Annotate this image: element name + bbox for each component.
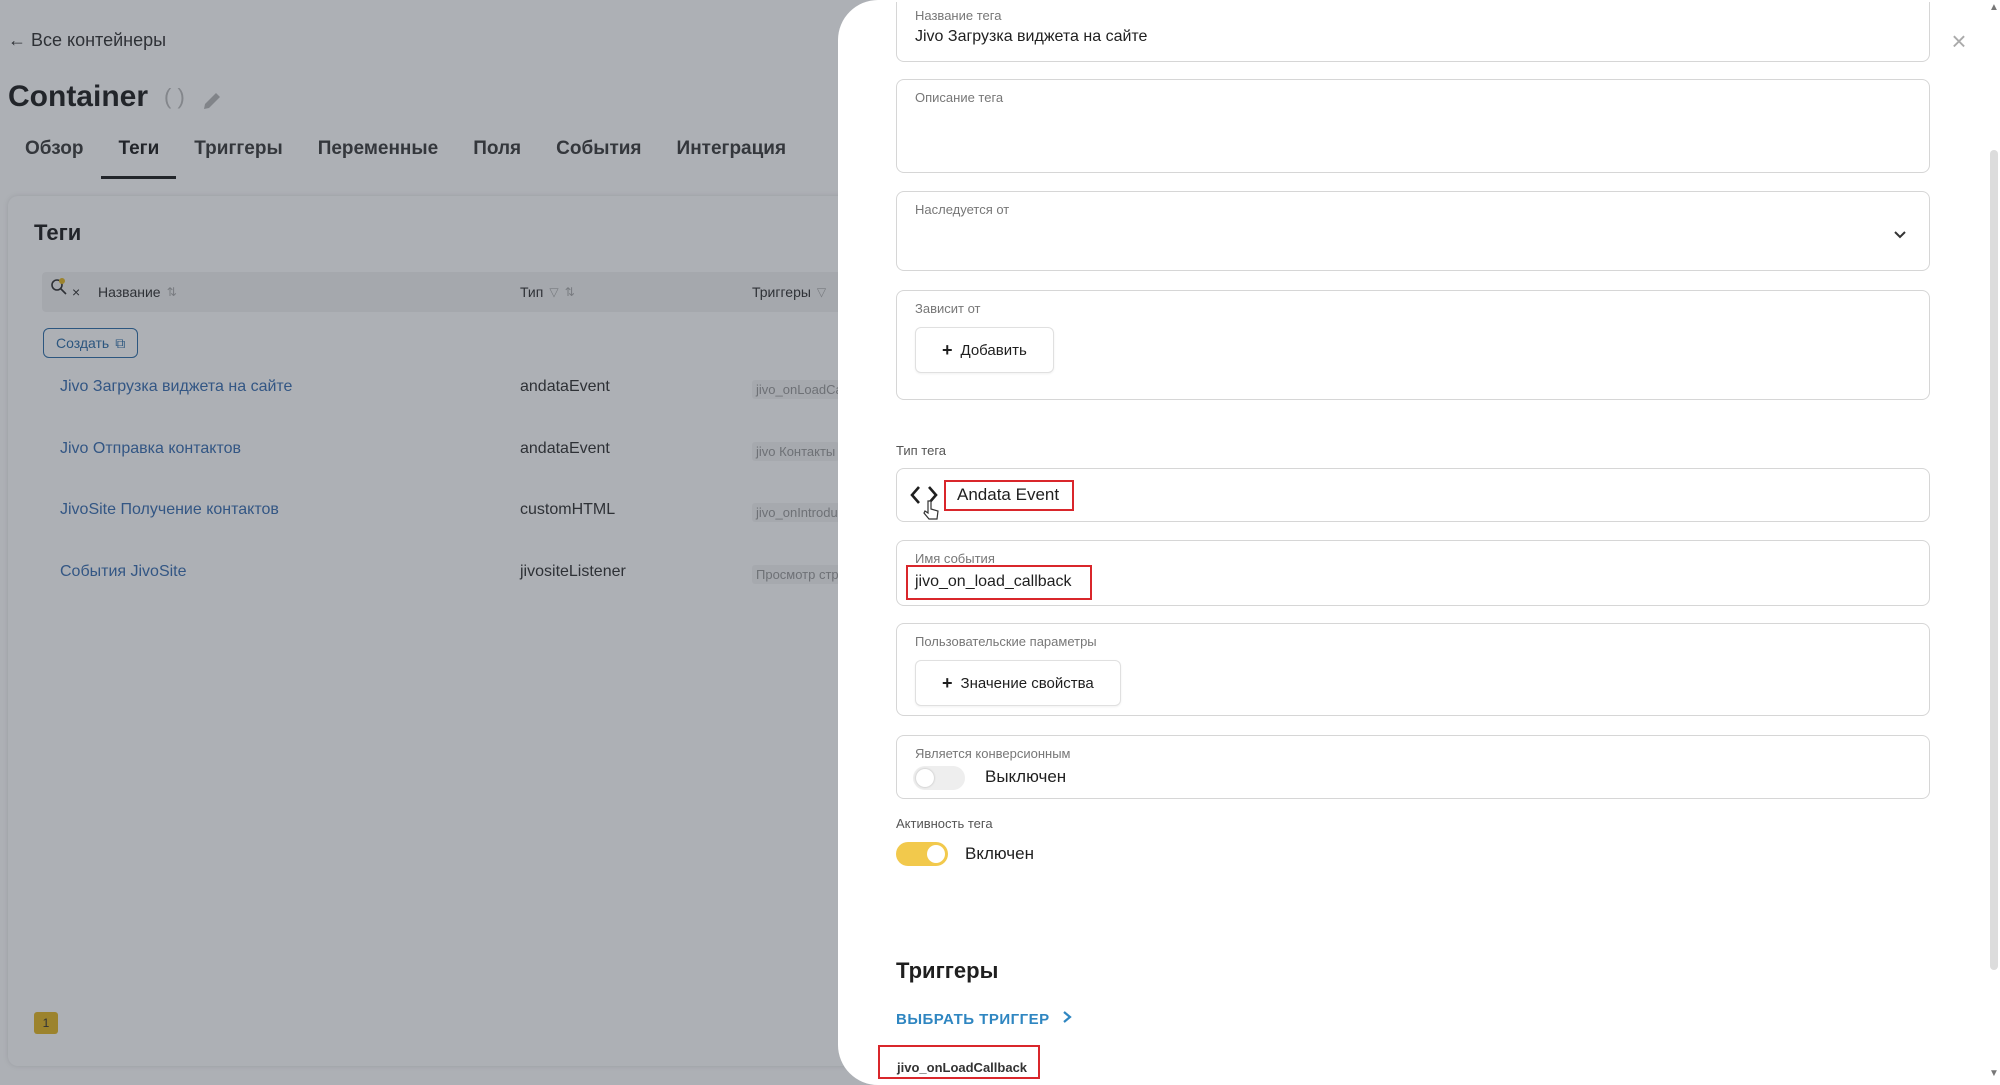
- inherits-from-select[interactable]: Наследуется от: [896, 191, 1930, 271]
- conversion-state: Выключен: [985, 767, 1067, 786]
- tag-activity-state: Включен: [965, 844, 1034, 863]
- conversion-label: Является конверсионным: [915, 746, 1071, 761]
- highlight-box: [878, 1045, 1040, 1079]
- triggers-section-title: Триггеры: [896, 958, 999, 983]
- custom-params-label: Пользовательские параметры: [915, 634, 1097, 649]
- add-property-value-button[interactable]: + Значение свойства: [915, 660, 1121, 706]
- tag-description-label: Описание тега: [915, 90, 1004, 105]
- conversion-field: Является конверсионным Выключен: [896, 735, 1930, 799]
- tag-name-label: Название тега: [915, 8, 1002, 23]
- plus-icon: +: [942, 339, 953, 360]
- add-dependency-button[interactable]: + Добавить: [915, 327, 1054, 373]
- tag-description-field[interactable]: Описание тега: [896, 79, 1930, 173]
- tag-type-label: Тип тега: [896, 443, 947, 458]
- tag-name-value: Jivo Загрузка виджета на сайте: [915, 28, 1148, 45]
- scroll-up-icon[interactable]: ▲: [1989, 2, 1999, 13]
- add-label: Добавить: [960, 341, 1027, 359]
- event-name-label: Имя события: [915, 551, 995, 566]
- scroll-down-icon[interactable]: ▼: [1989, 1068, 1999, 1079]
- chevron-right-icon: [1062, 1010, 1072, 1028]
- tag-activity-label: Активность тега: [896, 816, 993, 831]
- close-icon[interactable]: ×: [1946, 28, 1972, 54]
- depends-on-label: Зависит от: [915, 301, 981, 316]
- panel-scrollbar[interactable]: [1990, 150, 1998, 970]
- property-value-label: Значение свойства: [960, 674, 1094, 692]
- chevron-down-icon: [1893, 228, 1907, 242]
- toggle-knob: [927, 845, 945, 863]
- conversion-toggle[interactable]: [913, 766, 965, 790]
- tag-name-field[interactable]: Название тега Jivo Загрузка виджета на с…: [896, 2, 1930, 62]
- highlight-box: [906, 565, 1092, 600]
- tag-activity-toggle[interactable]: [896, 842, 948, 866]
- cursor-pointer-icon: [923, 499, 941, 526]
- choose-trigger-button[interactable]: ВЫБРАТЬ ТРИГГЕР: [896, 1010, 1072, 1028]
- toggle-knob: [916, 769, 934, 787]
- depends-on-field: Зависит от + Добавить: [896, 290, 1930, 400]
- highlight-box: [944, 480, 1074, 511]
- inherits-from-label: Наследуется от: [915, 202, 1010, 217]
- custom-params-field: Пользовательские параметры + Значение св…: [896, 623, 1930, 716]
- choose-trigger-label: ВЫБРАТЬ ТРИГГЕР: [896, 1010, 1050, 1028]
- plus-icon: +: [942, 672, 953, 693]
